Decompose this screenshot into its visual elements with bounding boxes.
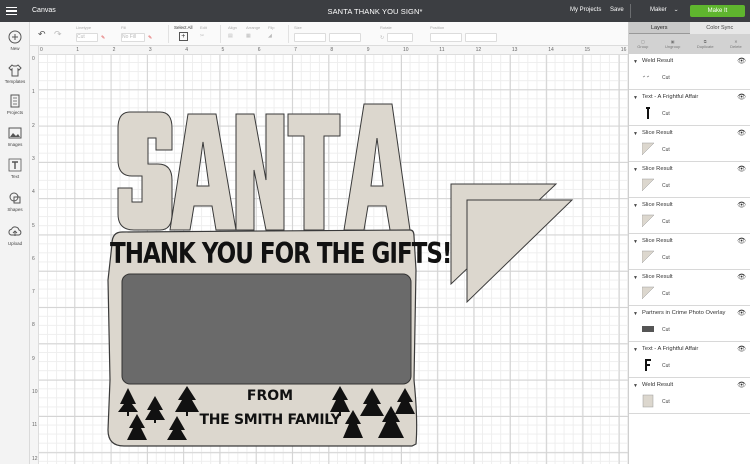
layer-group-title: Partners in Crime Photo Overlay — [642, 310, 726, 316]
caret-down-icon[interactable]: ▼ — [633, 131, 638, 137]
eye-icon[interactable]: 👁 — [737, 237, 746, 245]
caret-down-icon[interactable]: ▼ — [633, 95, 638, 101]
duplicate-button[interactable]: ⧉ Duplicate — [697, 39, 714, 49]
sign-thumbnail — [642, 394, 654, 408]
triangle-thumbnail — [642, 214, 654, 228]
layer-group-row[interactable]: ▼ Partners in Crime Photo Overlay 👁 Cut — [629, 306, 750, 342]
caret-down-icon[interactable]: ▼ — [633, 275, 638, 281]
caret-down-icon[interactable]: ▼ — [633, 311, 638, 317]
layer-operation-label: Cut — [662, 219, 670, 225]
eye-icon[interactable]: 👁 — [737, 273, 746, 281]
layer-operation-label: Cut — [662, 111, 670, 117]
letter-thumbnail — [645, 359, 651, 371]
panel-tabs: Layers Color Sync — [629, 22, 750, 34]
group-label: Group — [637, 44, 649, 49]
eye-icon[interactable]: 👁 — [737, 345, 746, 353]
layer-operation-label: Cut — [662, 291, 670, 297]
layer-operation-label: Cut — [662, 399, 670, 405]
layer-list: ▼ Weld Result 👁 Cut ▼ Text - A Frightful Affa… — [629, 54, 750, 414]
tab-color-sync[interactable]: Color Sync — [689, 22, 750, 34]
caret-down-icon[interactable]: ▼ — [633, 347, 638, 353]
layer-group-row[interactable]: ▼ Slice Result 👁 Cut — [629, 162, 750, 198]
tab-layers[interactable]: Layers — [629, 22, 690, 34]
eye-icon[interactable]: 👁 — [737, 309, 746, 317]
layer-group-row[interactable]: ▼ Weld Result 👁 Cut — [629, 54, 750, 90]
sign-family-text[interactable]: THE SMITH FAMILY — [185, 412, 355, 428]
slice-triangle-front[interactable] — [466, 199, 574, 304]
layer-group-title: Slice Result — [642, 130, 673, 136]
eye-icon[interactable]: 👁 — [737, 57, 746, 65]
layer-group-row[interactable]: ▼ Weld Result 👁 Cut — [629, 378, 750, 414]
layer-group-title: Slice Result — [642, 202, 673, 208]
layer-group-title: Slice Result — [642, 274, 673, 280]
caret-down-icon[interactable]: ▼ — [633, 239, 638, 245]
layer-group-row[interactable]: ▼ Text - A Frightful Affair 👁 Cut — [629, 90, 750, 126]
layer-operation-label: Cut — [662, 183, 670, 189]
duplicate-label: Duplicate — [696, 44, 714, 49]
photo-window[interactable] — [121, 273, 412, 385]
layer-operation-label: Cut — [662, 255, 670, 261]
layer-tools: ▢ Group ▣ Ungroup ⧉ Duplicate ✕ Delete — [629, 34, 750, 54]
layer-group-row[interactable]: ▼ Text - A Frightful Affair 👁 Cut — [629, 342, 750, 378]
layer-group-row[interactable]: ▼ Slice Result 👁 Cut — [629, 270, 750, 306]
sign-thank-you-text[interactable]: THANK YOU FOR THE GIFTS! — [110, 238, 452, 271]
triangle-thumbnail — [642, 286, 654, 300]
eye-icon[interactable]: 👁 — [737, 165, 746, 173]
eye-icon[interactable]: 👁 — [737, 201, 746, 209]
eye-icon[interactable]: 👁 — [737, 93, 746, 101]
design-space-app: Canvas SANTA THANK YOU SIGN* My Projects… — [0, 0, 750, 464]
layers-panel: Layers Color Sync ▢ Group ▣ Ungroup ⧉ Dupli… — [628, 22, 750, 464]
layer-operation-label: Cut — [662, 363, 670, 369]
triangle-thumbnail — [642, 250, 654, 264]
eye-icon[interactable]: 👁 — [737, 129, 746, 137]
ungroup-button[interactable]: ▣ Ungroup — [665, 39, 680, 49]
weld-thumbnail — [642, 75, 650, 78]
delete-label: Delete — [730, 44, 742, 49]
layer-group-row[interactable]: ▼ Slice Result 👁 Cut — [629, 198, 750, 234]
layer-operation-label: Cut — [662, 327, 670, 333]
layer-group-title: Slice Result — [642, 166, 673, 172]
caret-down-icon[interactable]: ▼ — [633, 167, 638, 173]
layer-group-row[interactable]: ▼ Slice Result 👁 Cut — [629, 234, 750, 270]
group-button[interactable]: ▢ Group — [637, 39, 648, 49]
triangle-thumbnail — [642, 178, 654, 192]
sign-from-text[interactable]: FROM — [200, 388, 340, 404]
santa-letters[interactable] — [117, 103, 411, 231]
caret-down-icon[interactable]: ▼ — [633, 383, 638, 389]
eye-icon[interactable]: 👁 — [737, 381, 746, 389]
caret-down-icon[interactable]: ▼ — [633, 59, 638, 65]
photo-overlay-thumbnail — [642, 326, 654, 332]
letter-thumbnail — [646, 107, 650, 119]
layer-group-title: Weld Result — [642, 58, 674, 64]
layer-group-title: Text - A Frightful Affair — [642, 94, 699, 100]
layer-group-row[interactable]: ▼ Slice Result 👁 Cut — [629, 126, 750, 162]
ungroup-label: Ungroup — [664, 44, 681, 49]
layer-operation-label: Cut — [662, 75, 670, 81]
caret-down-icon[interactable]: ▼ — [633, 203, 638, 209]
layer-group-title: Weld Result — [642, 382, 674, 388]
layer-operation-label: Cut — [662, 147, 670, 153]
layer-group-title: Text - A Frightful Affair — [642, 346, 699, 352]
triangle-thumbnail — [642, 142, 654, 156]
layer-group-title: Slice Result — [642, 238, 673, 244]
delete-button[interactable]: ✕ Delete — [730, 39, 742, 49]
